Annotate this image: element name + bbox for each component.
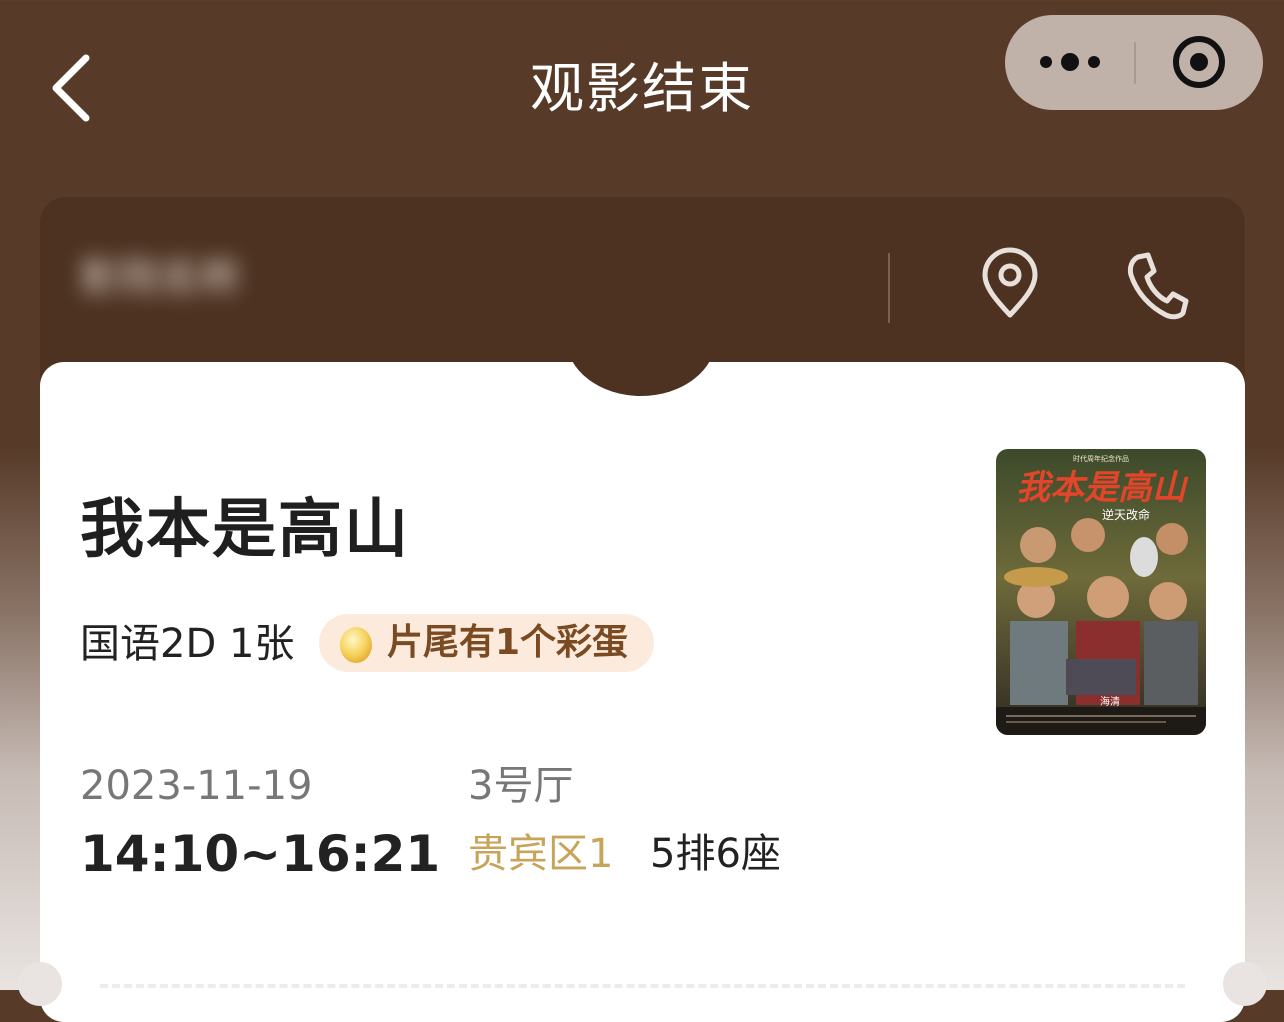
cinema-name[interactable]: 影院名称: [80, 255, 320, 301]
show-date: 2023-11-19: [80, 763, 313, 809]
show-time: 14:10~16:21: [80, 825, 441, 883]
easter-egg-label: 片尾有1个彩蛋: [387, 622, 629, 663]
hall-name: 3号厅: [468, 763, 574, 809]
egg-icon: [340, 627, 372, 663]
poster-image: 时代周年纪念作品 我本是高山 逆天改命 海清: [996, 449, 1206, 735]
phone-icon: [1127, 252, 1189, 320]
seat-zone: 贵宾区1: [468, 831, 614, 877]
easter-egg-badge[interactable]: 片尾有1个彩蛋: [319, 614, 655, 672]
nav-bar: 观影结束: [0, 0, 1284, 170]
poster-tagline: 逆天改命: [1102, 507, 1150, 522]
more-button[interactable]: [1005, 15, 1135, 110]
ticket-perforation: [100, 984, 1185, 988]
ticket-notch: [566, 280, 716, 396]
movie-title[interactable]: 我本是高山: [80, 490, 410, 570]
close-button[interactable]: [1136, 15, 1263, 110]
svg-text:时代周年纪念作品: 时代周年纪念作品: [1073, 454, 1129, 463]
ticket-side-notch-left: [18, 962, 62, 1006]
phone-button[interactable]: [1120, 247, 1190, 323]
target-circle-icon: [1173, 36, 1225, 88]
movie-poster[interactable]: 时代周年纪念作品 我本是高山 逆天改命 海清: [996, 449, 1206, 735]
movie-meta: 国语2D 1张: [80, 621, 295, 667]
ticket-card: 我本是高山 国语2D 1张 片尾有1个彩蛋 时代周年纪念作品 我本是高山 逆天改…: [18, 280, 1267, 1022]
location-button[interactable]: [975, 245, 1045, 321]
ticket-side-notch-right: [1223, 962, 1267, 1006]
mini-program-capsule: [1005, 15, 1263, 110]
poster-director: 海清: [1100, 695, 1120, 708]
location-pin-icon: [982, 247, 1038, 318]
poster-title-art: 我本是高山: [1016, 468, 1189, 508]
more-dots-icon: [1040, 53, 1100, 71]
seat-number: 5排6座: [650, 831, 781, 877]
cinema-divider: [888, 253, 890, 323]
